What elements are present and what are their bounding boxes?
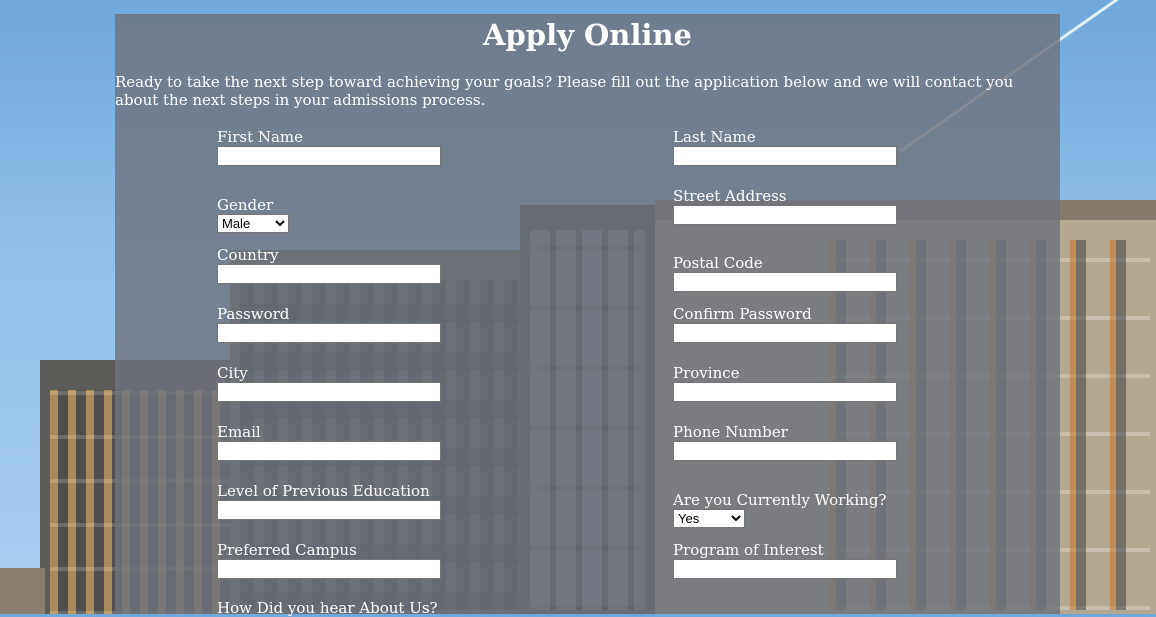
building-corner (0, 568, 45, 614)
program-of-interest-input[interactable] (673, 559, 897, 579)
previous-education-label: Level of Previous Education (217, 482, 430, 500)
last-name-label: Last Name (673, 128, 756, 146)
last-name-field: Last Name (673, 129, 897, 166)
postal-code-label: Postal Code (673, 254, 763, 272)
program-of-interest-label: Program of Interest (673, 541, 824, 559)
password-input[interactable] (217, 323, 441, 343)
city-field: City (217, 365, 441, 402)
previous-education-field: Level of Previous Education (217, 483, 441, 520)
first-name-label: First Name (217, 128, 304, 146)
province-label: Province (673, 364, 740, 382)
phone-number-input[interactable] (673, 441, 897, 461)
postal-code-field: Postal Code (673, 255, 897, 292)
city-input[interactable] (217, 382, 441, 402)
confirm-password-label: Confirm Password (673, 305, 812, 323)
country-label: Country (217, 246, 279, 264)
country-input[interactable] (217, 264, 441, 284)
postal-code-input[interactable] (673, 272, 897, 292)
gender-field: Gender Male (217, 197, 289, 233)
gender-select[interactable]: Male (217, 214, 289, 233)
previous-education-input[interactable] (217, 500, 441, 520)
email-input[interactable] (217, 441, 441, 461)
first-name-field: First Name (217, 129, 441, 166)
email-label: Email (217, 423, 261, 441)
currently-working-field: Are you Currently Working? Yes (673, 492, 886, 528)
country-field: Country (217, 247, 441, 284)
intro-text: Ready to take the next step toward achie… (115, 73, 1014, 109)
phone-number-label: Phone Number (673, 423, 788, 441)
gender-label: Gender (217, 196, 274, 214)
province-field: Province (673, 365, 897, 402)
city-label: City (217, 364, 248, 382)
confirm-password-field: Confirm Password (673, 306, 897, 343)
page-title: Apply Online (483, 18, 692, 52)
program-of-interest-field: Program of Interest (673, 542, 897, 579)
confirm-password-input[interactable] (673, 323, 897, 343)
preferred-campus-field: Preferred Campus (217, 542, 441, 579)
province-input[interactable] (673, 382, 897, 402)
preferred-campus-label: Preferred Campus (217, 541, 357, 559)
currently-working-label: Are you Currently Working? (673, 491, 887, 509)
first-name-input[interactable] (217, 146, 441, 166)
street-address-field: Street Address (673, 188, 897, 225)
password-label: Password (217, 305, 290, 323)
email-field: Email (217, 424, 441, 461)
last-name-input[interactable] (673, 146, 897, 166)
currently-working-select[interactable]: Yes (673, 509, 745, 528)
phone-number-field: Phone Number (673, 424, 897, 461)
application-form-panel: Apply Online Ready to take the next step… (115, 14, 1060, 616)
preferred-campus-input[interactable] (217, 559, 441, 579)
password-field: Password (217, 306, 441, 343)
street-address-label: Street Address (673, 187, 787, 205)
street-address-input[interactable] (673, 205, 897, 225)
